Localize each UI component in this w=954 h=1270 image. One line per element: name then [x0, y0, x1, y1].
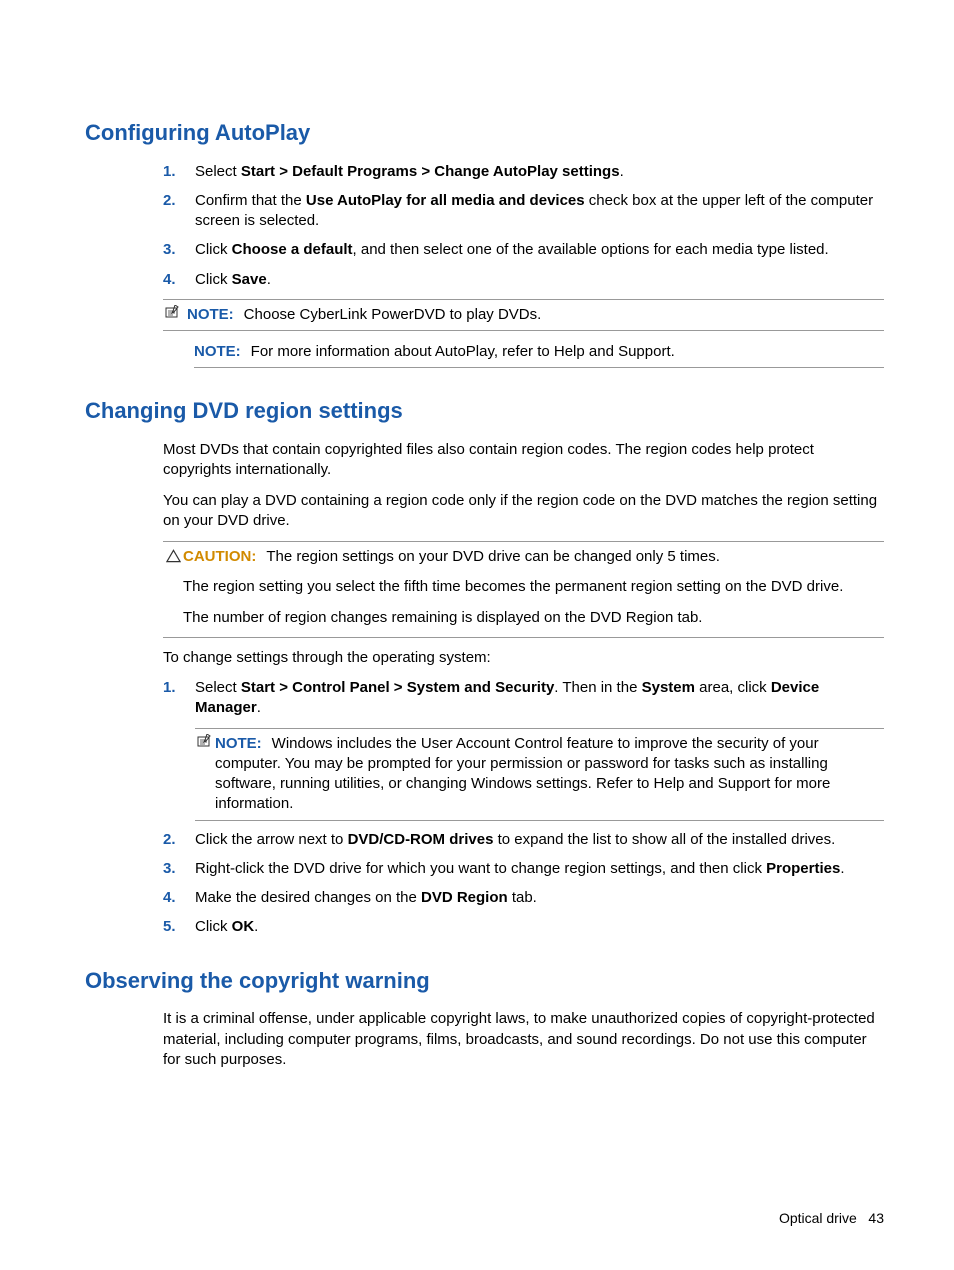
heading-dvd-region: Changing DVD region settings [85, 396, 884, 426]
caution-line: The number of region changes remaining i… [183, 608, 884, 628]
paragraph: It is a criminal offense, under applicab… [163, 1009, 884, 1070]
caution-box: CAUTION:The region settings on your DVD … [163, 541, 884, 638]
step-text: Click the arrow next to DVD/CD-ROM drive… [195, 830, 884, 850]
note-icon [195, 734, 215, 753]
step-number: 1. [163, 678, 195, 698]
note-label: NOTE: [215, 735, 262, 752]
step-number: 4. [163, 888, 195, 908]
step-text: Right-click the DVD drive for which you … [195, 859, 884, 879]
list-item: 1. Select Start > Default Programs > Cha… [163, 162, 884, 182]
note-powerdvd: NOTE: Choose CyberLink PowerDVD to play … [163, 299, 884, 331]
list-item: 2. Click the arrow next to DVD/CD-ROM dr… [163, 830, 884, 850]
step-number: 3. [163, 859, 195, 879]
footer-label: Optical drive [779, 1210, 857, 1226]
note-uac: NOTE:Windows includes the User Account C… [195, 728, 884, 821]
step-text: Make the desired changes on the DVD Regi… [195, 888, 884, 908]
list-item: 3. Right-click the DVD drive for which y… [163, 859, 884, 879]
step-number: 1. [163, 162, 195, 182]
note-body: NOTE:Windows includes the User Account C… [215, 734, 884, 815]
note-text: Choose CyberLink PowerDVD to play DVDs. [244, 305, 884, 325]
caution-icon [163, 547, 183, 567]
paragraph: Most DVDs that contain copyrighted files… [163, 440, 884, 481]
heading-copyright-warning: Observing the copyright warning [85, 966, 884, 996]
list-item: 4. Make the desired changes on the DVD R… [163, 888, 884, 908]
paragraph: To change settings through the operating… [163, 648, 884, 668]
step-text: Click Save. [195, 270, 884, 290]
step-text: Select Start > Default Programs > Change… [195, 162, 884, 182]
step-text: Click OK. [195, 917, 884, 937]
paragraph: You can play a DVD containing a region c… [163, 491, 884, 532]
note-label: NOTE: [187, 305, 234, 325]
list-item: 5. Click OK. [163, 917, 884, 937]
step-number: 2. [163, 191, 195, 211]
list-item: 2. Confirm that the Use AutoPlay for all… [163, 191, 884, 232]
step-number: 2. [163, 830, 195, 850]
note-text: For more information about AutoPlay, ref… [251, 342, 884, 362]
note-icon [163, 305, 183, 324]
list-item: 1. Select Start > Control Panel > System… [163, 678, 884, 719]
heading-configuring-autoplay: Configuring AutoPlay [85, 118, 884, 148]
autoplay-steps: 1. Select Start > Default Programs > Cha… [163, 162, 884, 290]
page-number: 43 [868, 1210, 884, 1226]
step-text: Click Choose a default, and then select … [195, 240, 884, 260]
step-number: 4. [163, 270, 195, 290]
step-number: 3. [163, 240, 195, 260]
note-autoplay-help: NOTE: For more information about AutoPla… [194, 337, 884, 368]
page-footer: Optical drive 43 [779, 1209, 884, 1228]
list-item: 3. Click Choose a default, and then sele… [163, 240, 884, 260]
caution-label: CAUTION: [183, 548, 256, 565]
caution-body: CAUTION:The region settings on your DVD … [183, 547, 884, 632]
note-label: NOTE: [194, 342, 241, 362]
list-item: 4. Click Save. [163, 270, 884, 290]
step-text: Confirm that the Use AutoPlay for all me… [195, 191, 884, 232]
step-number: 5. [163, 917, 195, 937]
region-steps-cont: 2. Click the arrow next to DVD/CD-ROM dr… [163, 830, 884, 938]
region-steps: 1. Select Start > Control Panel > System… [163, 678, 884, 719]
caution-line: The region setting you select the fifth … [183, 577, 884, 597]
step-text: Select Start > Control Panel > System an… [195, 678, 884, 719]
